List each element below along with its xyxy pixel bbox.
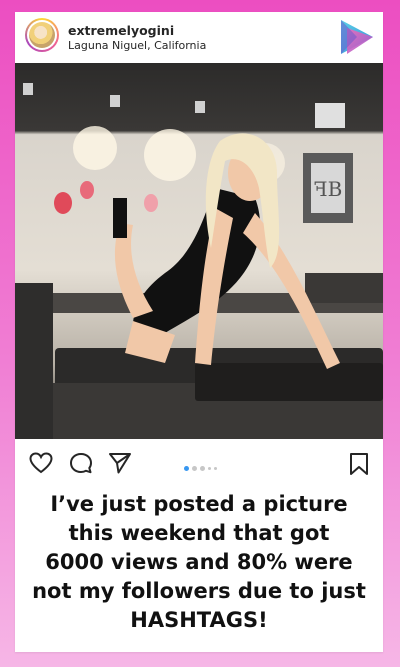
caption-line: 6000 views and 80% were <box>45 550 353 574</box>
username[interactable]: extremelyogini <box>68 23 174 38</box>
avatar-photo <box>29 22 55 48</box>
photo-illustration: ꟻB <box>15 83 383 439</box>
play-logo-icon <box>341 20 373 54</box>
carousel-dot <box>192 466 197 471</box>
bookmark-icon[interactable] <box>349 452 369 476</box>
caption: I’ve just posted a picture this weekend … <box>29 490 369 635</box>
post-actions <box>15 440 383 486</box>
caption-line: this weekend that got <box>68 521 330 545</box>
carousel-indicator <box>184 458 220 471</box>
carousel-dot <box>208 467 211 470</box>
carousel-dot <box>200 466 205 471</box>
caption-line: I’ve just posted a picture <box>50 492 348 516</box>
location[interactable]: Laguna Niguel, California <box>68 39 206 52</box>
carousel-dot <box>214 467 217 470</box>
post-header: extremelyogini Laguna Niguel, California <box>15 12 383 62</box>
avatar-ring <box>27 20 57 50</box>
caption-line: HASHTAGS! <box>130 608 268 632</box>
comment-icon[interactable] <box>69 452 93 474</box>
caption-line: not my followers due to just <box>32 579 366 603</box>
avatar[interactable] <box>25 18 59 52</box>
heart-icon[interactable] <box>29 452 53 474</box>
post-photo[interactable]: ꟻB <box>15 63 383 439</box>
send-icon[interactable] <box>108 452 132 474</box>
svg-text:ꟻB: ꟻB <box>314 177 343 201</box>
instagram-post-card: extremelyogini Laguna Niguel, California <box>15 12 383 652</box>
carousel-dot-active <box>184 466 189 471</box>
